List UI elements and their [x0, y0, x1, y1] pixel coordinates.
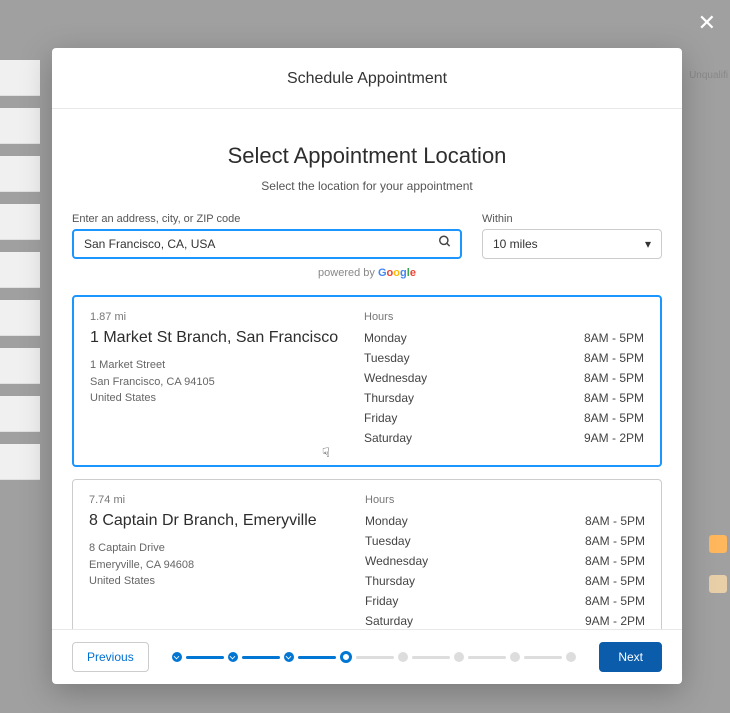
hours-row: Monday8AM - 5PM — [364, 331, 644, 345]
chevron-down-icon: ▾ — [645, 237, 651, 251]
location-card[interactable]: 1.87 mi 1 Market St Branch, San Francisc… — [72, 295, 662, 467]
progress-step-upcoming — [566, 652, 576, 662]
progress-step-upcoming — [398, 652, 408, 662]
progress-step-done — [228, 652, 238, 662]
address-input[interactable] — [84, 237, 430, 251]
within-value: 10 miles — [493, 237, 538, 251]
step-subtext: Select the location for your appointment — [72, 179, 662, 193]
powered-by-prefix: powered by — [318, 267, 378, 279]
progress-step-done — [172, 652, 182, 662]
background-badge — [709, 575, 727, 593]
hours-row: Tuesday8AM - 5PM — [365, 534, 645, 548]
hours-row: Friday8AM - 5PM — [365, 594, 645, 608]
search-icon[interactable] — [438, 235, 452, 254]
progress-indicator — [149, 651, 600, 663]
modal-body: Select Appointment Location Select the l… — [52, 109, 682, 629]
hours-row: Friday8AM - 5PM — [364, 411, 644, 425]
powered-by-text: powered by Google — [72, 267, 662, 279]
progress-step-done — [284, 652, 294, 662]
background-text: Unqualifi — [689, 70, 728, 81]
cursor-icon: ☟ — [322, 445, 330, 461]
hours-row: Thursday8AM - 5PM — [364, 391, 644, 405]
schedule-appointment-modal: Schedule Appointment Select Appointment … — [52, 48, 682, 684]
within-select[interactable]: 10 miles ▾ — [482, 229, 662, 259]
hours-row: Saturday9AM - 2PM — [365, 614, 645, 628]
progress-connector — [468, 656, 506, 659]
location-name: 1 Market St Branch, San Francisco — [90, 329, 344, 347]
google-logo: Google — [378, 267, 416, 279]
previous-button[interactable]: Previous — [72, 642, 149, 672]
progress-connector — [356, 656, 394, 659]
progress-connector — [186, 656, 224, 659]
location-name: 8 Captain Dr Branch, Emeryville — [89, 512, 345, 530]
hours-row: Saturday9AM - 2PM — [364, 431, 644, 445]
location-address: 8 Captain Drive Emeryville, CA 94608 Uni… — [89, 540, 345, 590]
hours-label: Hours — [364, 311, 644, 323]
location-distance: 1.87 mi — [90, 311, 344, 323]
progress-connector — [524, 656, 562, 659]
hours-label: Hours — [365, 494, 645, 506]
location-card[interactable]: 7.74 mi 8 Captain Dr Branch, Emeryville … — [72, 479, 662, 629]
background-badge — [709, 535, 727, 553]
hours-row: Wednesday8AM - 5PM — [364, 371, 644, 385]
progress-step-upcoming — [510, 652, 520, 662]
next-button[interactable]: Next — [599, 642, 662, 672]
modal-footer: Previous Next — [52, 629, 682, 684]
progress-step-upcoming — [454, 652, 464, 662]
address-label: Enter an address, city, or ZIP code — [72, 213, 462, 225]
location-distance: 7.74 mi — [89, 494, 345, 506]
within-label: Within — [482, 213, 662, 225]
hours-row: Wednesday8AM - 5PM — [365, 554, 645, 568]
search-row: Enter an address, city, or ZIP code With… — [72, 213, 662, 259]
progress-step-current — [340, 651, 352, 663]
progress-connector — [298, 656, 336, 659]
modal-title: Schedule Appointment — [52, 48, 682, 109]
hours-row: Thursday8AM - 5PM — [365, 574, 645, 588]
progress-connector — [242, 656, 280, 659]
hours-row: Monday8AM - 5PM — [365, 514, 645, 528]
location-address: 1 Market Street San Francisco, CA 94105 … — [90, 357, 344, 407]
close-icon[interactable]: ✕ — [698, 10, 716, 36]
background-decoration — [0, 60, 40, 492]
hours-row: Tuesday8AM - 5PM — [364, 351, 644, 365]
step-heading: Select Appointment Location — [72, 143, 662, 169]
progress-connector — [412, 656, 450, 659]
address-input-wrap[interactable] — [72, 229, 462, 259]
